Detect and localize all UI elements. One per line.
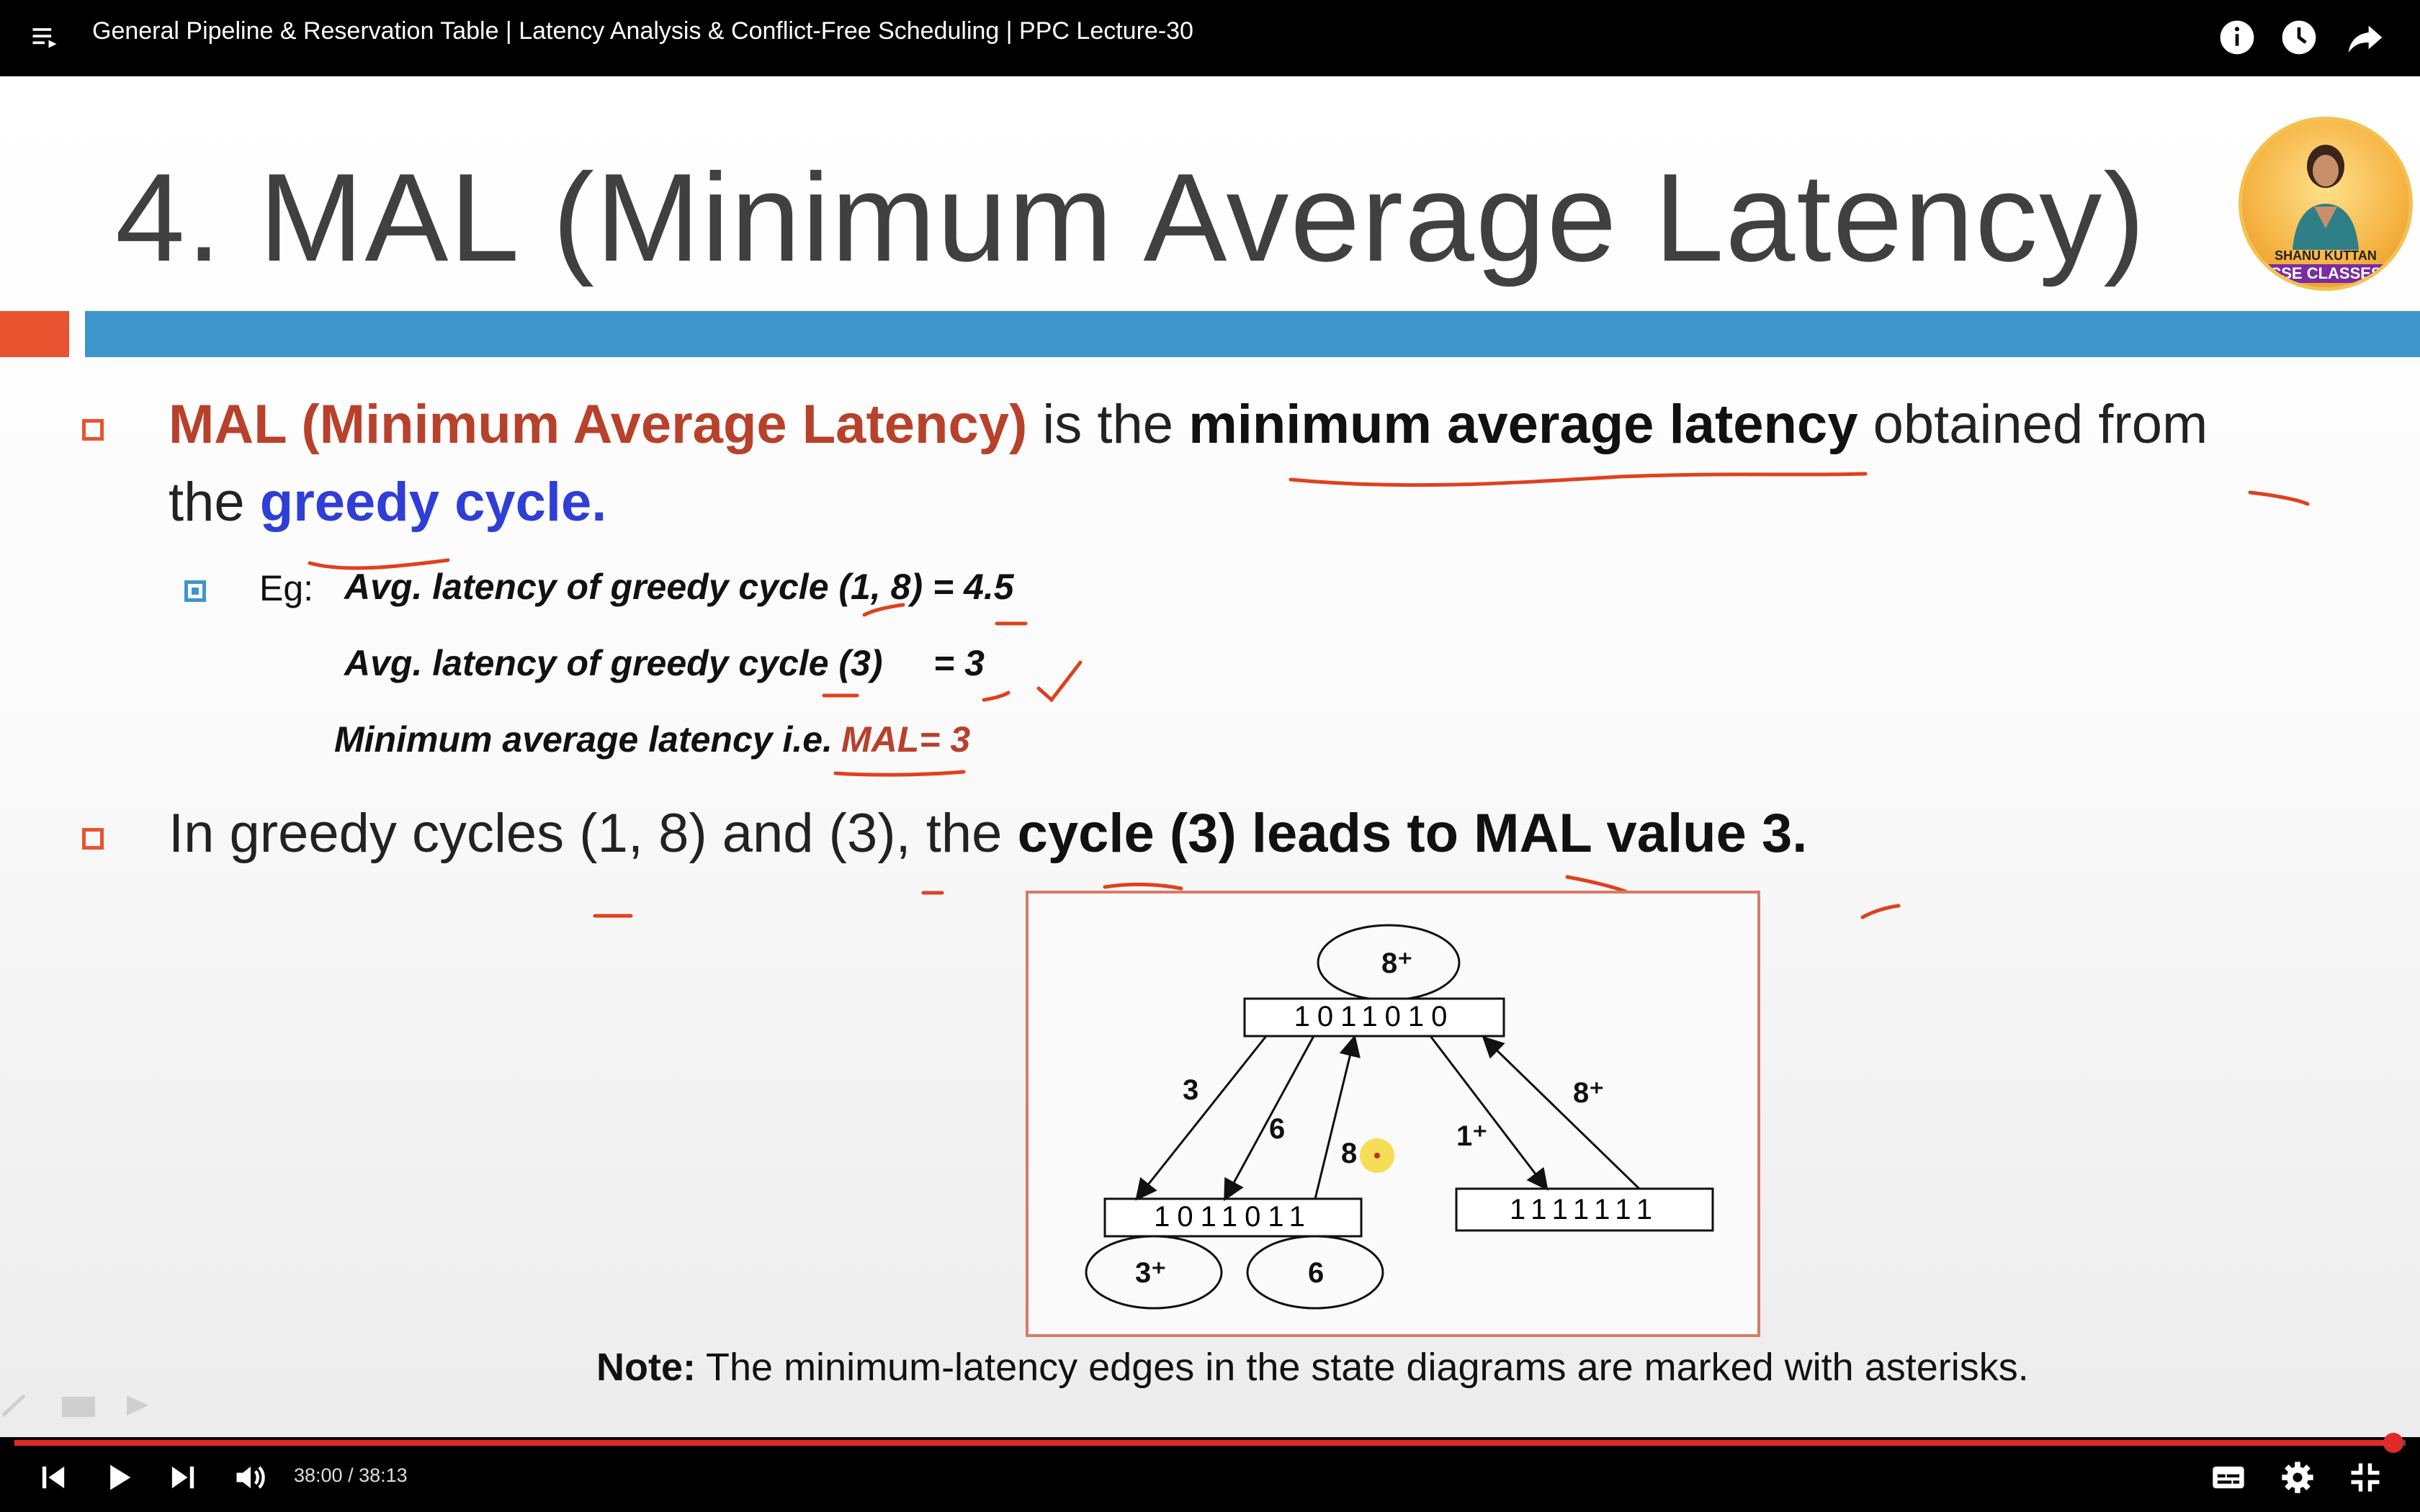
volume-icon[interactable] — [232, 1459, 269, 1496]
accent-block — [0, 311, 69, 357]
top-bar: General Pipeline & Reservation Table | L… — [0, 0, 2420, 76]
edge — [1314, 1035, 1361, 1200]
edge — [1482, 1035, 1641, 1190]
play-icon[interactable] — [99, 1459, 137, 1496]
example-row-2-value: = 3 — [933, 643, 985, 683]
subtitles-icon[interactable] — [2210, 1459, 2247, 1496]
edge-label: 8⁺ — [1573, 1077, 1604, 1109]
greedy-cycle-term: greedy cycle. — [259, 472, 607, 533]
mal-value: MAL= 3 — [841, 719, 971, 760]
settings-icon[interactable] — [2279, 1459, 2316, 1496]
sub-bullet-marker — [184, 580, 206, 602]
time-display: 38:00 / 38:13 — [294, 1464, 408, 1486]
slide-title: 4. MAL (Minimum Average Latency) — [115, 147, 2147, 287]
playlist-icon[interactable] — [29, 22, 60, 53]
bullet-marker — [82, 419, 104, 441]
exit-fullscreen-icon[interactable] — [2347, 1459, 2384, 1496]
channel-brand: CSE CLASSES — [2258, 264, 2393, 283]
mal-term: MAL (Minimum Average Latency) — [169, 394, 1028, 455]
state-label: 1111111 — [1510, 1194, 1659, 1225]
edge-label: 6 — [1308, 1257, 1324, 1289]
progress-scrubber[interactable] — [2383, 1433, 2404, 1453]
state-diagram-graphic: 1011010 1011011 1111111 8⁺ 3 6 8 1⁺ 8⁺ 3… — [1085, 924, 1714, 1310]
bullet-marker — [82, 828, 104, 850]
presenter-photo-icon — [2293, 145, 2359, 250]
slide-note: Note: The minimum-latency edges in the s… — [596, 1346, 2029, 1389]
emphasis-text: minimum average latency — [1188, 394, 1858, 455]
state-diagram: 1011010 1011011 1111111 8⁺ 3 6 8 1⁺ 8⁺ 3… — [1026, 891, 1760, 1337]
example-row-2: Avg. latency of greedy cycle (3) — [344, 643, 883, 683]
example-row-1: Avg. latency of greedy cycle (1, 8) = 4.… — [344, 567, 1014, 607]
edge-label: 6 — [1269, 1113, 1285, 1145]
edge — [1135, 1035, 1268, 1201]
watch-later-icon[interactable] — [2279, 17, 2319, 58]
example-row-3: Minimum average latency i.e. — [334, 719, 833, 760]
player-controls: 38:00 / 38:13 — [0, 1433, 2420, 1512]
faint-edit-icons — [1, 1394, 148, 1417]
edge-label: 3 — [1183, 1074, 1198, 1106]
progress-bar[interactable] — [14, 1433, 2406, 1453]
edge — [1429, 1035, 1549, 1191]
edge-label: 8 — [1341, 1138, 1357, 1169]
cursor-dot — [1374, 1153, 1380, 1158]
accent-bar — [85, 311, 2420, 357]
previous-icon[interactable] — [35, 1459, 72, 1496]
state-label: 1011011 — [1154, 1201, 1312, 1233]
edge-label: 1⁺ — [1456, 1120, 1487, 1152]
bullet1-line1: MAL (Minimum Average Latency) is the min… — [169, 394, 2208, 455]
lecture-slide: 4. MAL (Minimum Average Latency) SHANU K… — [0, 76, 2420, 1437]
emphasis-text: cycle (3) leads to MAL value 3. — [1017, 803, 1808, 864]
state-label: 1011010 — [1294, 1001, 1455, 1032]
example-prefix: Eg: — [259, 568, 314, 608]
progress-fill — [14, 1440, 2394, 1446]
edge-label: 3⁺ — [1135, 1257, 1166, 1289]
presenter-avatar: SHANU KUTTAN CSE CLASSES — [2238, 117, 2413, 291]
edge-label: 8⁺ — [1381, 948, 1412, 979]
share-icon[interactable] — [2345, 17, 2385, 58]
presenter-name: SHANU KUTTAN — [2275, 248, 2377, 263]
bullet1-line2: the greedy cycle. — [169, 472, 607, 533]
next-icon[interactable] — [164, 1459, 202, 1496]
info-icon[interactable] — [2217, 17, 2257, 58]
video-title[interactable]: General Pipeline & Reservation Table | L… — [92, 17, 1193, 45]
bullet2-line: In greedy cycles (1, 8) and (3), the cyc… — [169, 803, 1808, 864]
